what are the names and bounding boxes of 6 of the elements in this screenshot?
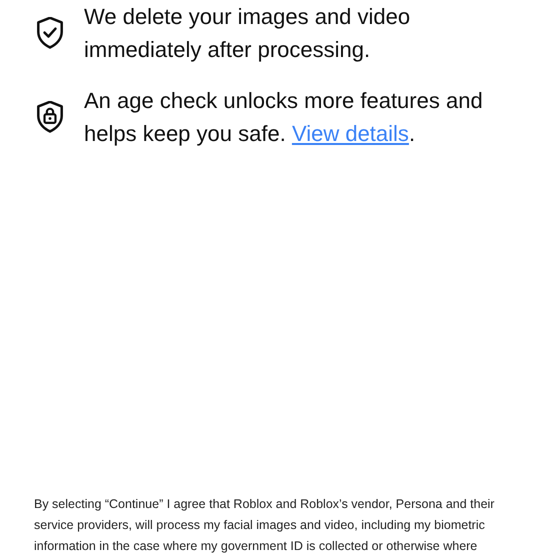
consent-text: By selecting “Continue” I agree that Roblox and Roblox’s vendor, Persona and their service providers, will process my facial images and video, including my biometric information in the case where my government ID is collected or otherwise where: [33, 496, 496, 555]
shield-check-icon: [37, 17, 63, 49]
view-details-link[interactable]: View details: [292, 121, 409, 146]
feature-text: An age check unlocks more features and helps keep you safe. View details.: [84, 87, 484, 148]
feature-text: We delete your images and video immediately after processing.: [84, 3, 412, 64]
shield-lock-icon: [37, 101, 63, 133]
